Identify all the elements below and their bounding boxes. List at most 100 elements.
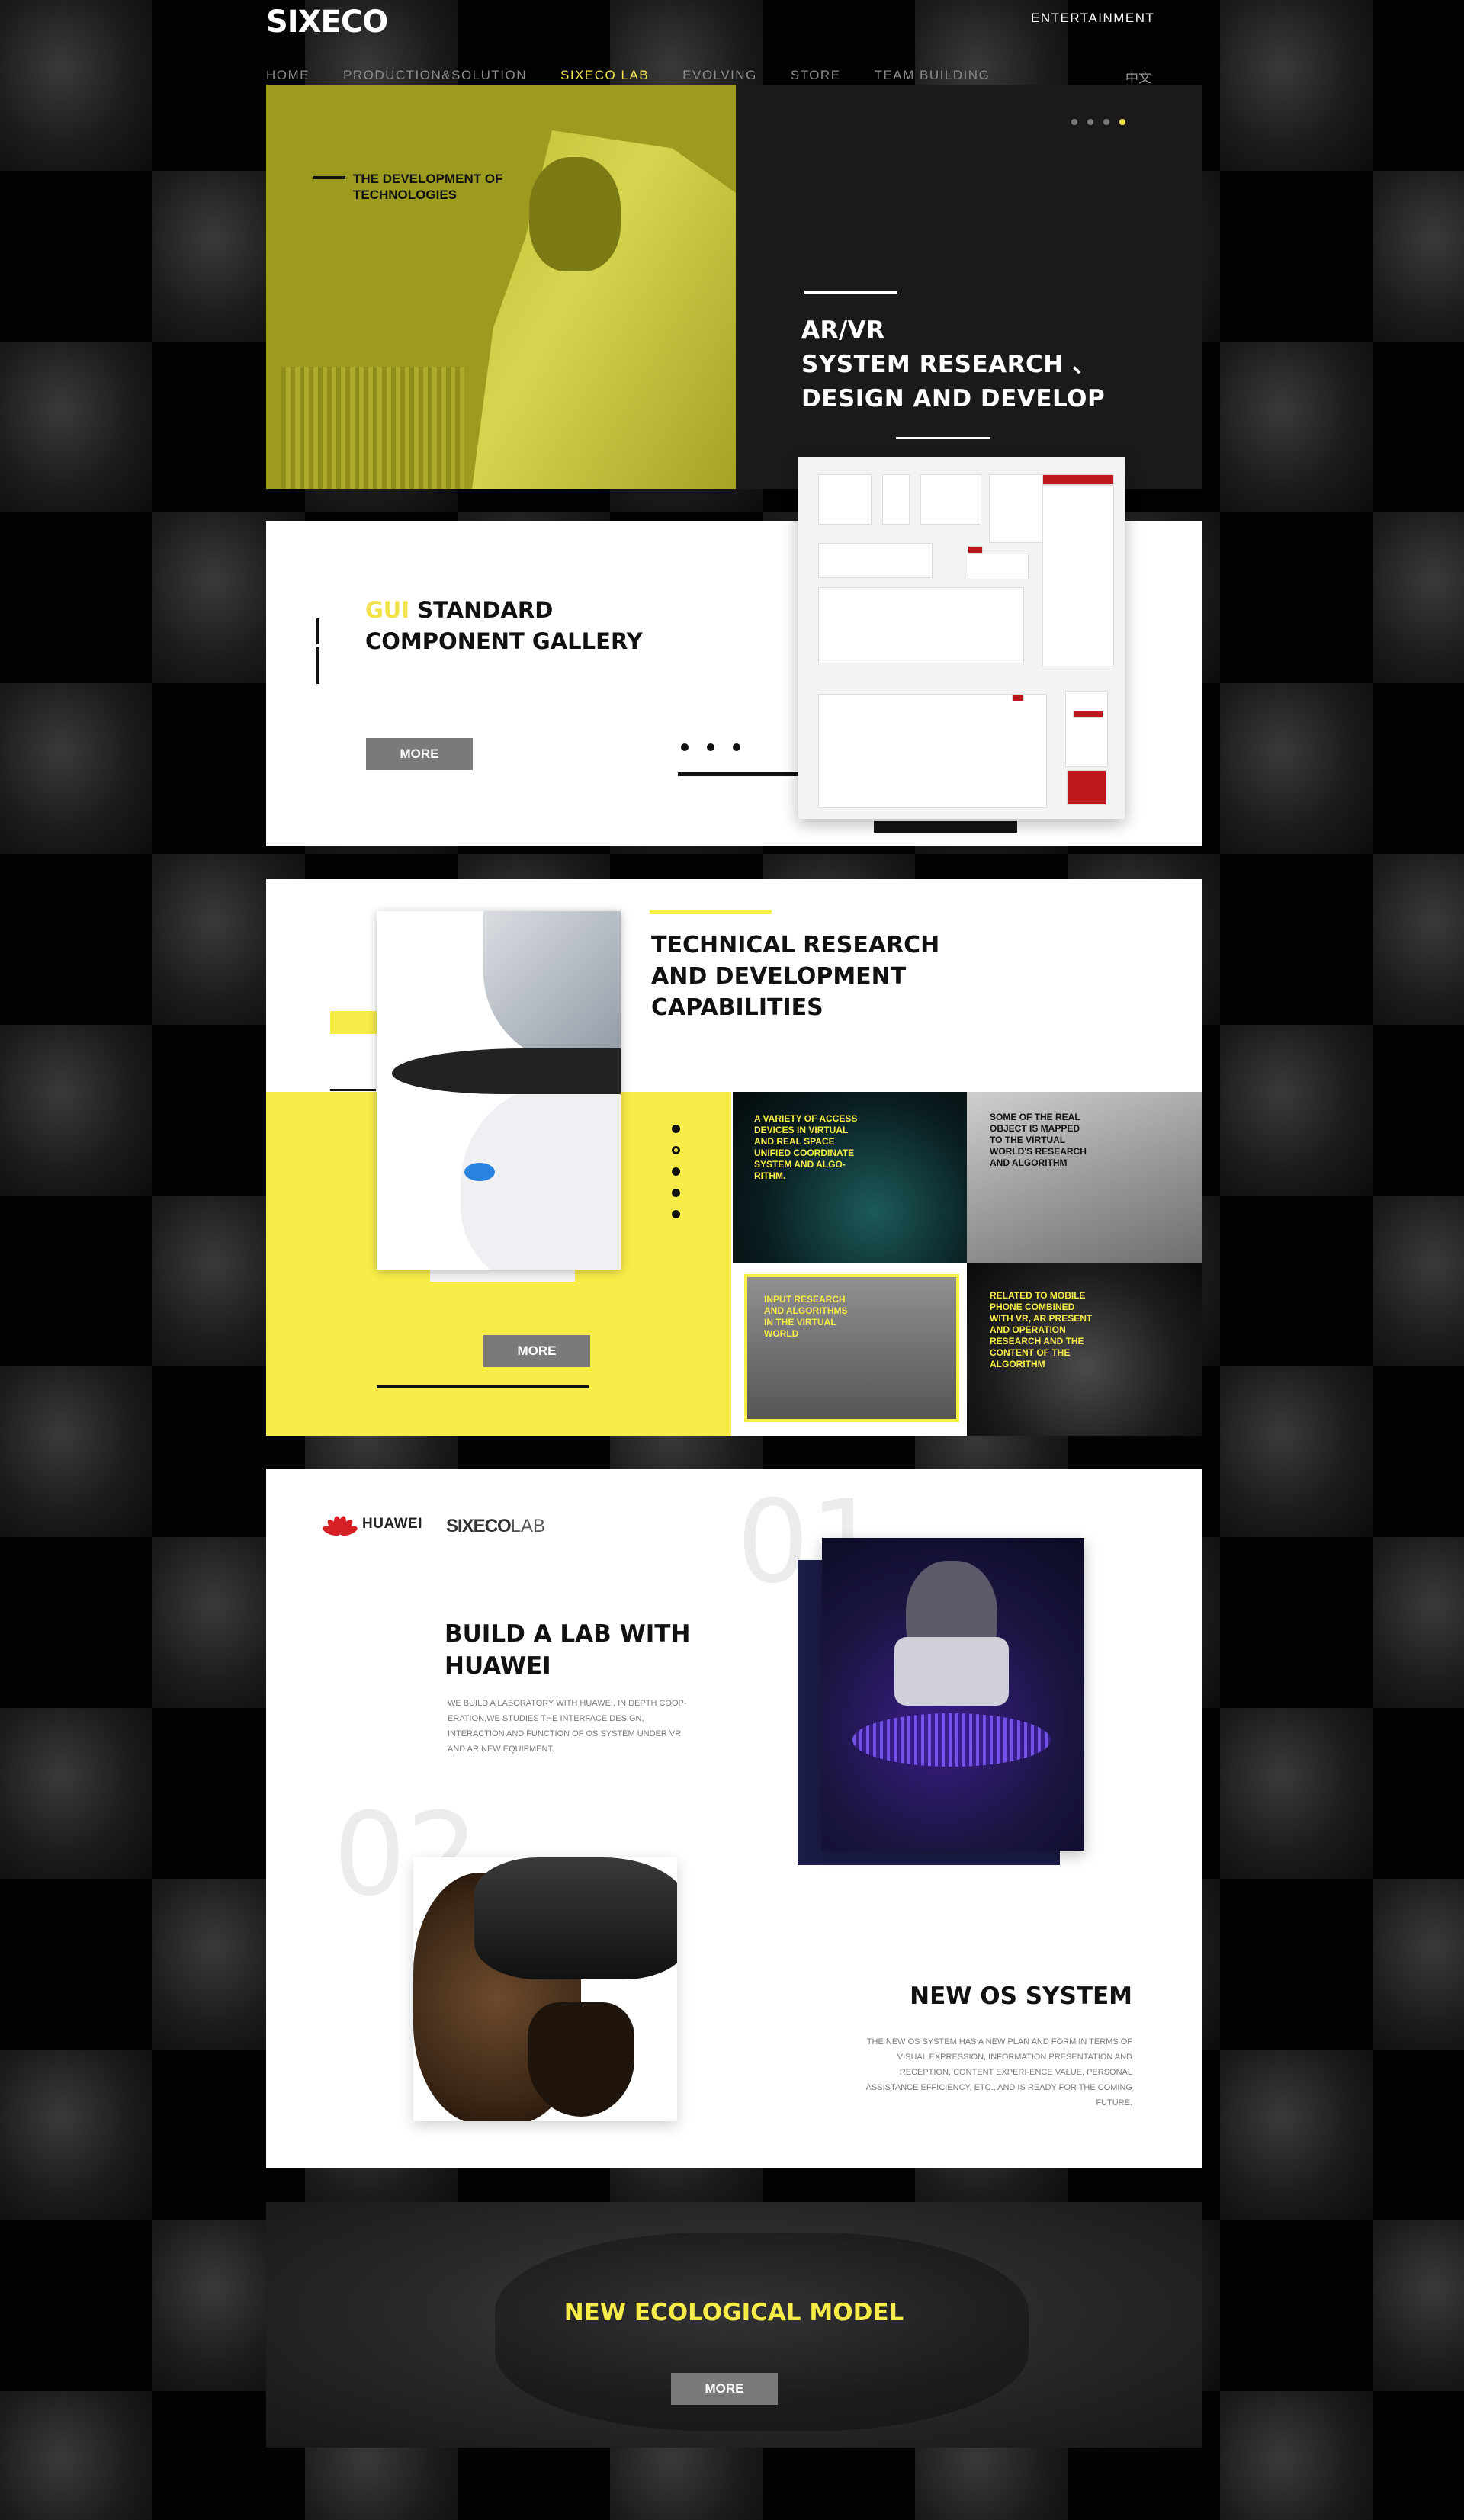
slider-dot[interactable] [672,1125,680,1133]
nav-home[interactable]: HOME [266,68,310,83]
mockup-card [818,474,872,525]
background-tile [0,1708,152,1879]
background-tile [1220,2050,1372,2220]
slider-dot[interactable] [1071,119,1077,125]
background-tile [1372,2220,1464,2391]
image-beard [528,2002,634,2117]
background-tile [1220,512,1372,683]
mockup-red-tag [968,546,983,554]
site-logo[interactable]: SIXECO [266,5,388,40]
tile-caption: A VARIETY OF ACCESS DEVICES IN VIRTUAL A… [754,1113,858,1181]
hero-title: AR/VR SYSTEM RESEARCH 、 DESIGN AND DEVEL… [801,316,1106,413]
tech-vertical-dots [672,1125,680,1218]
background-tile [1372,1366,1464,1537]
slider-dot[interactable] [733,743,740,751]
huawei-flower-icon [321,1514,359,1538]
mockup-red-tag [1012,694,1024,701]
gui-accent-line [316,647,319,684]
tech-bottom-line [377,1385,589,1388]
background-tile [1220,342,1372,512]
background-tile [0,683,152,854]
background-tile [1372,683,1464,854]
slider-dot-active[interactable] [1119,119,1125,125]
gui-title: GUI STANDARD COMPONENT GALLERY [365,595,685,657]
background-tile [1220,1537,1372,1708]
mockup-card [920,474,981,525]
tech-tile-coordinate[interactable]: A VARIETY OF ACCESS DEVICES IN VIRTUAL A… [733,1092,967,1263]
hero-divider-top [804,291,897,294]
background-tile [1220,1196,1372,1366]
tile-caption: SOME OF THE REAL OBJECT IS MAPPED TO THE… [990,1112,1087,1168]
slider-dot[interactable] [707,743,714,751]
hero-machine-image [281,367,464,489]
slider-dot[interactable] [681,743,689,751]
background-tile [1220,0,1372,171]
nav-production-solution[interactable]: PRODUCTION&SOLUTION [343,68,527,83]
mockup-red-panel [1067,770,1106,805]
entertainment-link[interactable]: ENTERTAINMENT [1031,11,1154,26]
tech-vr-headset-image [377,911,621,1270]
tech-short-line [330,1089,376,1091]
tech-card-shadow [430,1268,575,1282]
background-tile [1220,171,1372,342]
background-tile [1220,1879,1372,2050]
mockup-table [818,694,1047,808]
background-tile [1372,171,1464,342]
os-title: NEW OS SYSTEM [910,1982,1132,2010]
nav-evolving[interactable]: EVOLVING [682,68,757,83]
background-tile [1372,512,1464,683]
mockup-menu [1065,691,1108,767]
nav-store[interactable]: STORE [791,68,841,83]
hero-person-head [529,157,621,271]
gui-title-highlight: GUI [365,597,410,623]
tech-more-button[interactable]: MORE [483,1335,590,1367]
oculus-user-image [413,1857,677,2121]
eco-more-button[interactable]: MORE [671,2373,778,2405]
background-tile [1372,2391,1464,2520]
hero-divider-bottom [896,437,990,439]
image-headset [474,1857,677,1979]
slider-dot[interactable] [672,1210,680,1218]
slider-dot[interactable] [672,1189,680,1197]
background-tile [0,171,152,342]
eco-model-section: NEW ECOLOGICAL MODEL MORE [266,2202,1202,2448]
background-tile [1220,683,1372,854]
background-tile [1220,1025,1372,1196]
gui-accent-line [316,618,319,644]
background-tile [1372,0,1464,171]
sixeco-lab-logo-bold: SIXECO [446,1516,512,1536]
slider-dot-active[interactable] [672,1146,680,1154]
gui-more-button[interactable]: MORE [366,738,473,770]
tech-tile-mapping[interactable]: SOME OF THE REAL OBJECT IS MAPPED TO THE… [967,1092,1202,1263]
language-switch[interactable]: 中文 [1125,67,1151,86]
image-hair [483,911,621,1064]
background-tile [1220,2391,1372,2520]
background-tile [1372,1196,1464,1366]
mockup-red-header [1042,474,1114,485]
gui-component-mockup [798,457,1125,819]
eco-title: NEW ECOLOGICAL MODEL [563,2299,904,2326]
slider-dot[interactable] [1087,119,1093,125]
huawei-lab-section: HUAWEI SIXECOLAB 01 02 BUILD A LAB WITH … [266,1469,1202,2168]
mockup-scrollbar[interactable] [874,821,1017,833]
background-tile [0,2050,152,2220]
nav-team-building[interactable]: TEAM BUILDING [875,68,990,83]
tech-tile-input[interactable]: INPUT RESEARCH AND ALGORITHMS IN THE VIR… [744,1274,959,1422]
huawei-logo: HUAWEI [321,1514,422,1538]
background-tile [1372,1025,1464,1196]
background-tile [1372,2050,1464,2220]
tile-caption: INPUT RESEARCH AND ALGORITHMS IN THE VIR… [764,1294,848,1339]
tech-title: TECHNICAL RESEARCH AND DEVELOPMENT CAPAB… [651,932,940,1021]
slider-dot[interactable] [672,1167,680,1176]
mockup-calendar [989,474,1050,543]
tech-tile-mobile[interactable]: RELATED TO MOBILE PHONE COMBINED WITH VR… [967,1263,1202,1436]
hero-banner: THE DEVELOPMENT OF TECHNOLOGIES AR/VR SY… [266,85,1202,489]
gui-title-line2: COMPONENT GALLERY [365,628,643,654]
background-tile [1220,854,1372,1025]
background-tile [0,1879,152,2050]
background-tile [1220,1366,1372,1537]
slider-dot[interactable] [1103,119,1109,125]
hero-tag-bar [313,176,345,179]
nav-sixeco-lab[interactable]: SIXECO LAB [560,68,649,83]
image-lips [464,1163,495,1181]
